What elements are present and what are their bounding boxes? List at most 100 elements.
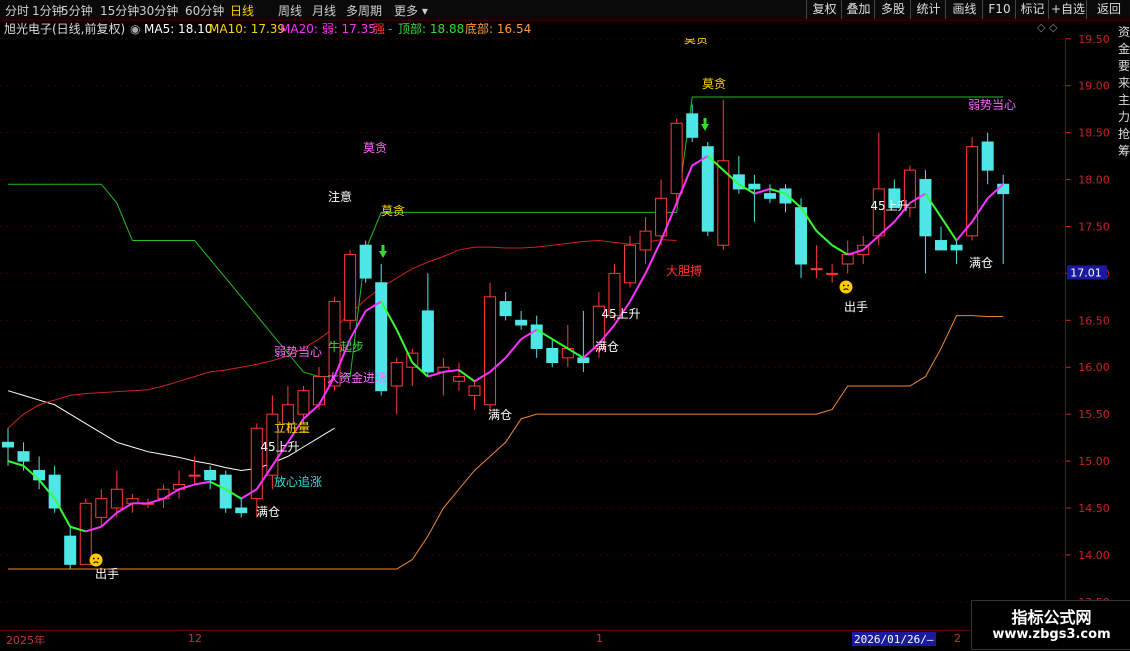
candle[interactable] <box>250 423 263 518</box>
candle[interactable] <box>810 245 823 279</box>
ma5-value: MA5: 18.10 <box>144 22 213 36</box>
toolbar-button-5[interactable]: F10 <box>982 0 1016 19</box>
watermark-url: www.zbgs3.com <box>992 627 1111 642</box>
candle[interactable] <box>64 526 77 569</box>
candle[interactable] <box>484 282 497 415</box>
tab-3[interactable]: 15分钟 <box>100 2 139 19</box>
candle[interactable] <box>919 170 932 274</box>
ma-short-segment <box>194 480 211 486</box>
signal-label: 满仓 <box>595 340 619 354</box>
candle[interactable] <box>173 470 186 499</box>
candle[interactable] <box>344 249 357 330</box>
tab-1[interactable]: 1分钟 <box>32 2 64 19</box>
tab-9[interactable]: 多周期 <box>346 2 382 19</box>
toolbar-button-3[interactable]: 统计 <box>910 0 946 19</box>
signal-label: 放心追涨 <box>274 474 322 489</box>
ma-short-segment <box>551 338 569 350</box>
tab-0[interactable]: 分时 <box>5 2 29 19</box>
toolbar-button-7[interactable]: +自选 <box>1048 0 1087 19</box>
candle-body <box>390 362 403 387</box>
tab-8[interactable]: 月线 <box>312 2 336 19</box>
signal-label: 满仓 <box>256 505 280 519</box>
candle-body <box>204 469 217 481</box>
candle[interactable] <box>748 174 761 222</box>
candle-body <box>919 179 932 237</box>
toolbar-button-2[interactable]: 多股 <box>874 0 911 19</box>
candle-body <box>515 319 528 326</box>
watermark-title: 指标公式网 <box>1011 608 1092 627</box>
candle[interactable] <box>390 357 403 415</box>
candle[interactable] <box>468 381 481 410</box>
signal-label: 弱势当心 <box>274 345 322 359</box>
tab-4[interactable]: 30分钟 <box>139 2 178 19</box>
tab-6[interactable]: 日线 <box>230 2 254 19</box>
candle-body <box>639 230 652 251</box>
candle[interactable] <box>872 132 885 246</box>
settings-dot-icon[interactable]: ◉ <box>130 20 140 38</box>
candle[interactable] <box>421 273 434 377</box>
candle[interactable] <box>763 184 776 203</box>
candle-body <box>17 451 30 462</box>
candle[interactable] <box>2 428 14 466</box>
candle[interactable] <box>95 489 108 527</box>
toolbar-button-4[interactable]: 画线 <box>945 0 983 19</box>
candle[interactable] <box>437 357 450 396</box>
candle[interactable] <box>204 465 217 490</box>
axis-tick-label: 15.00 <box>1078 455 1110 468</box>
toolbar-button-1[interactable]: 叠加 <box>841 0 875 19</box>
ma-short-segment <box>862 235 880 251</box>
cursor-date-field[interactable] <box>852 632 936 646</box>
candle-body <box>110 488 123 509</box>
diamond-icons[interactable]: ◇ ◇ <box>1037 21 1057 34</box>
candle[interactable] <box>795 198 808 279</box>
signal-label: 45上升 <box>260 440 299 454</box>
candle[interactable] <box>515 310 528 330</box>
toolbar-button-8[interactable]: 返回 <box>1086 0 1130 19</box>
tab-5[interactable]: 60分钟 <box>185 2 224 19</box>
ma-short-segment <box>7 460 24 467</box>
candle-body <box>499 301 512 317</box>
candle[interactable] <box>670 118 683 203</box>
candle[interactable] <box>935 226 947 251</box>
candle[interactable] <box>950 240 963 264</box>
bottom-line <box>8 315 1004 570</box>
candle[interactable] <box>235 498 248 518</box>
candle-body <box>935 240 947 251</box>
candle[interactable] <box>826 264 839 283</box>
candle[interactable] <box>732 156 745 194</box>
side-char: 主 <box>1118 93 1130 107</box>
candle-body <box>2 441 14 448</box>
candle[interactable] <box>359 240 372 283</box>
candle[interactable] <box>841 240 854 274</box>
candle[interactable] <box>981 132 994 185</box>
axis-tick-label: 19.00 <box>1078 80 1110 93</box>
kline-chart[interactable]: 莫贪莫贪注意莫贪莫贪弱势当心弱势当心牛起步大资金进场立桩量45上升放心追涨满仓出… <box>0 38 1066 630</box>
candle[interactable] <box>530 315 543 358</box>
axis-tick-label: 17.50 <box>1078 220 1110 233</box>
candle[interactable] <box>546 339 559 368</box>
bottom-value: 底部: 16.54 <box>465 22 532 36</box>
site-watermark: 指标公式网 www.zbgs3.com <box>971 600 1130 650</box>
side-vertical-text: 资金要来主力抢筹 <box>1118 24 1130 160</box>
signal-label: 莫贪 <box>684 38 708 46</box>
candle-body <box>624 244 636 284</box>
toolbar-button-0[interactable]: 复权 <box>806 0 842 19</box>
ma10-value: MA10: 17.39 <box>209 22 286 36</box>
tab-7[interactable]: 周线 <box>278 2 302 19</box>
candle[interactable] <box>499 292 512 321</box>
signal-label: 出手 <box>844 300 868 314</box>
side-char: 力 <box>1118 110 1130 124</box>
top-value: 顶部: 18.88 <box>398 22 465 36</box>
toolbar-button-6[interactable]: 标记 <box>1015 0 1049 19</box>
stock-title[interactable]: 旭光电子(日线,前复权) <box>4 20 125 38</box>
tab-10[interactable]: 更多 ▾ <box>394 2 428 19</box>
tab-2[interactable]: 5分钟 <box>61 2 93 19</box>
candle[interactable] <box>655 179 668 246</box>
candle-body <box>748 183 761 190</box>
candle-body <box>484 296 497 406</box>
candle[interactable] <box>577 310 590 372</box>
signal-label: 弱势当心 <box>968 98 1016 112</box>
candle[interactable] <box>686 104 699 142</box>
candle[interactable] <box>639 217 652 264</box>
top-toolbar: 分时 1分钟 5分钟 15分钟 30分钟 60分钟 日线 周线 月线 多周期 更多 ▾ 复权 叠加 多股… <box>0 0 1130 21</box>
